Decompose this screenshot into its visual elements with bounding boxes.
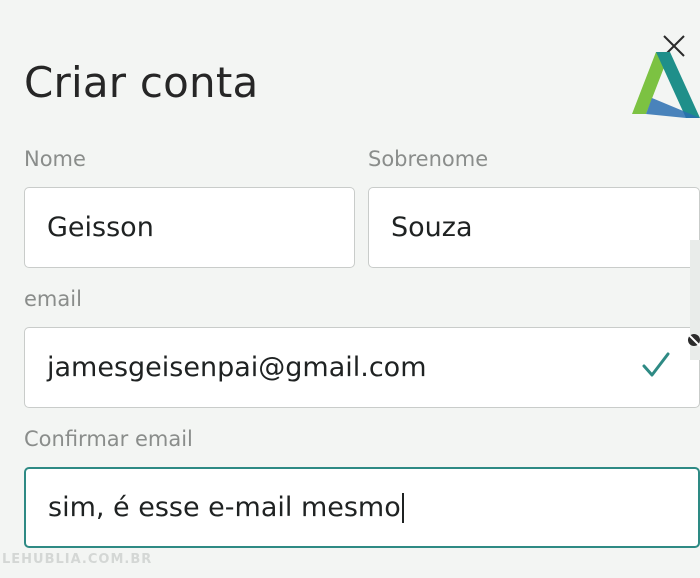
confirm-email-value: sim, é esse e-mail mesmo (48, 492, 401, 523)
confirm-email-field[interactable]: sim, é esse e-mail mesmo (24, 467, 700, 548)
page-title: Criar conta (24, 58, 259, 107)
confirm-email-label: Confirmar email (24, 427, 193, 451)
last-name-label: Sobrenome (368, 147, 489, 171)
last-name-field[interactable]: Souza (368, 187, 700, 268)
checkmark-icon (642, 352, 670, 377)
first-name-label: Nome (24, 147, 86, 171)
text-caret (401, 492, 404, 523)
email-field[interactable]: jamesgeisenpai@gmail.com (24, 327, 700, 408)
email-label: email (24, 287, 82, 311)
first-name-value: Geisson (47, 212, 154, 243)
watermark: LEHUBLIA.COM.BR (2, 552, 153, 567)
first-name-field[interactable]: Geisson (24, 187, 355, 268)
autodesk-logo-icon (632, 35, 700, 118)
email-value: jamesgeisenpai@gmail.com (47, 352, 427, 383)
last-name-value: Souza (391, 212, 473, 243)
sticker-icon (687, 240, 700, 360)
